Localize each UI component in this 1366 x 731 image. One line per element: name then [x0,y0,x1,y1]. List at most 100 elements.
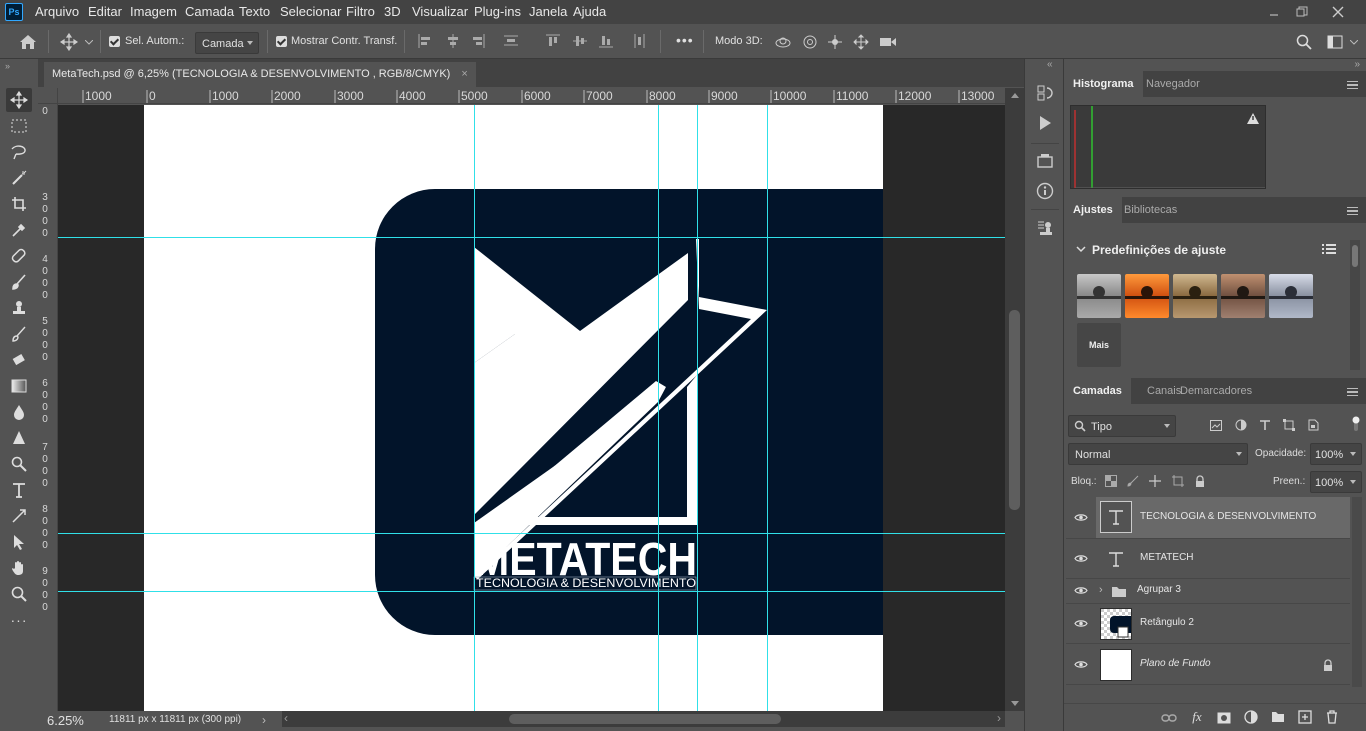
status-expand-icon[interactable]: › [262,713,266,727]
adjust-scrollbar[interactable] [1350,240,1360,370]
marquee-tool[interactable] [6,114,32,138]
roll-3d-icon[interactable] [800,33,820,51]
chevron-right-icon[interactable]: › [1099,584,1103,596]
slide-3d-icon[interactable] [851,33,871,51]
visibility-eye-icon[interactable] [1074,660,1088,669]
list-view-icon[interactable] [1322,243,1338,257]
lock-image-icon[interactable] [1126,474,1140,488]
clone-stamp-tool[interactable] [6,296,32,320]
align-center-icon[interactable] [445,33,461,49]
visibility-eye-icon[interactable] [1074,554,1088,563]
visibility-eye-icon[interactable] [1074,619,1088,628]
auto-select-dropdown[interactable]: Camada [195,32,259,54]
preset-thumbnail-4[interactable] [1221,274,1265,318]
new-adjustment-icon[interactable] [1242,709,1260,725]
pan-3d-icon[interactable] [825,33,845,51]
menu-janela[interactable]: Janela [529,4,567,19]
blur-tool[interactable] [6,400,32,424]
histogram-menu-icon[interactable] [1347,81,1358,89]
menu-texto[interactable]: Texto [239,4,270,19]
direct-selection-tool[interactable] [6,530,32,554]
layer-filter-dropdown[interactable]: Tipo [1068,415,1176,437]
crop-tool[interactable] [6,192,32,216]
filter-adjustment-icon[interactable] [1234,418,1248,432]
hand-tool[interactable] [6,556,32,580]
chevron-down-icon[interactable] [1076,245,1086,255]
layer-row[interactable]: › Agrupar 3 [1066,579,1350,604]
fx-icon[interactable]: fx [1188,708,1206,726]
menu-3d[interactable]: 3D [384,4,401,19]
layers-scrollbar[interactable] [1352,497,1362,687]
home-icon[interactable] [17,32,39,52]
history-brush-tool[interactable] [6,322,32,346]
distribute-horizontal-icon[interactable] [632,33,648,49]
zoom-tool[interactable] [6,582,32,606]
restore-icon[interactable] [1290,2,1314,22]
layer-name[interactable]: METATECH [1140,552,1194,563]
menu-visualizar[interactable]: Visualizar [412,4,468,19]
align-middle-icon[interactable] [572,33,588,49]
workspace-icon[interactable] [1325,33,1345,51]
layer-row[interactable]: TECNOLOGIA & DESENVOLVIMENTO [1066,497,1350,539]
adjustments-menu-icon[interactable] [1347,207,1358,215]
chevron-down-icon[interactable] [84,38,94,46]
layer-row[interactable]: Retângulo 2 [1066,604,1350,644]
filter-pixel-icon[interactable] [1209,418,1223,432]
panels-collapse-icon[interactable]: » [1354,59,1360,70]
tab-demarcadores[interactable]: Demarcadores [1171,378,1261,404]
clone-source-icon[interactable] [1033,217,1057,241]
minimize-icon[interactable] [1262,2,1286,22]
preset-thumbnail-2[interactable] [1125,274,1169,318]
brush-tool[interactable] [6,270,32,294]
vertical-scrollbar[interactable] [1005,88,1024,711]
history-icon[interactable] [1033,81,1057,105]
auto-select-checkbox[interactable] [109,36,120,47]
layer-name[interactable]: Plano de Fundo [1140,658,1211,669]
filter-toggle-switch[interactable] [1352,416,1360,432]
tab-ajustes[interactable]: Ajustes [1064,197,1122,223]
visibility-eye-icon[interactable] [1074,513,1088,522]
tab-histograma[interactable]: Histograma [1064,71,1143,97]
dock-collapse-icon[interactable]: « [1047,59,1053,70]
layer-name[interactable]: TECNOLOGIA & DESENVOLVIMENTO [1140,511,1316,522]
preset-thumbnail-3[interactable] [1173,274,1217,318]
menu-selecionar[interactable]: Selecionar [280,4,341,19]
dodge-tool[interactable] [6,426,32,450]
path-selection-tool[interactable] [6,504,32,528]
toolbar-collapse-icon[interactable]: » [5,61,10,71]
visibility-eye-icon[interactable] [1074,586,1088,595]
preset-thumbnail-5[interactable] [1269,274,1313,318]
properties-icon[interactable] [1033,149,1057,173]
layer-name[interactable]: Retângulo 2 [1140,617,1194,628]
type-tool[interactable] [6,478,32,502]
adjust-presets-title[interactable]: Predefinições de ajuste [1092,243,1226,257]
document-close-icon[interactable]: × [461,68,467,80]
info-icon[interactable] [1033,179,1057,203]
search-icon[interactable] [1294,33,1314,51]
horizontal-scrollbar[interactable]: ‹ › [282,711,1005,727]
workspace-chevron-icon[interactable] [1349,38,1359,46]
scale-3d-icon[interactable] [877,33,899,51]
lasso-tool[interactable] [6,140,32,164]
lock-position-icon[interactable] [1148,474,1162,488]
menu-ajuda[interactable]: Ajuda [573,4,606,19]
layer-row[interactable]: Plano de Fundo [1066,645,1350,685]
pen-tool[interactable] [6,452,32,476]
tab-navegador[interactable]: Navegador [1137,71,1209,97]
opacity-input[interactable]: 100% [1310,443,1362,465]
layer-name[interactable]: Agrupar 3 [1137,584,1181,595]
menu-editar[interactable]: Editar [88,4,122,19]
warning-icon[interactable] [1247,112,1261,124]
document-tab[interactable]: MetaTech.psd @ 6,25% (TECNOLOGIA & DESEN… [44,62,476,87]
eraser-tool[interactable] [6,348,32,372]
preset-thumbnail-1[interactable] [1077,274,1121,318]
align-left-icon[interactable] [417,33,433,49]
align-right-icon[interactable] [470,33,486,49]
align-top-icon[interactable] [545,33,561,49]
eyedropper-tool[interactable] [6,218,32,242]
edit-toolbar-icon[interactable]: ··· [6,608,32,632]
healing-brush-tool[interactable] [6,244,32,268]
move-tool[interactable] [6,88,32,112]
link-layers-icon[interactable] [1160,710,1178,726]
magic-wand-tool[interactable] [6,166,32,190]
